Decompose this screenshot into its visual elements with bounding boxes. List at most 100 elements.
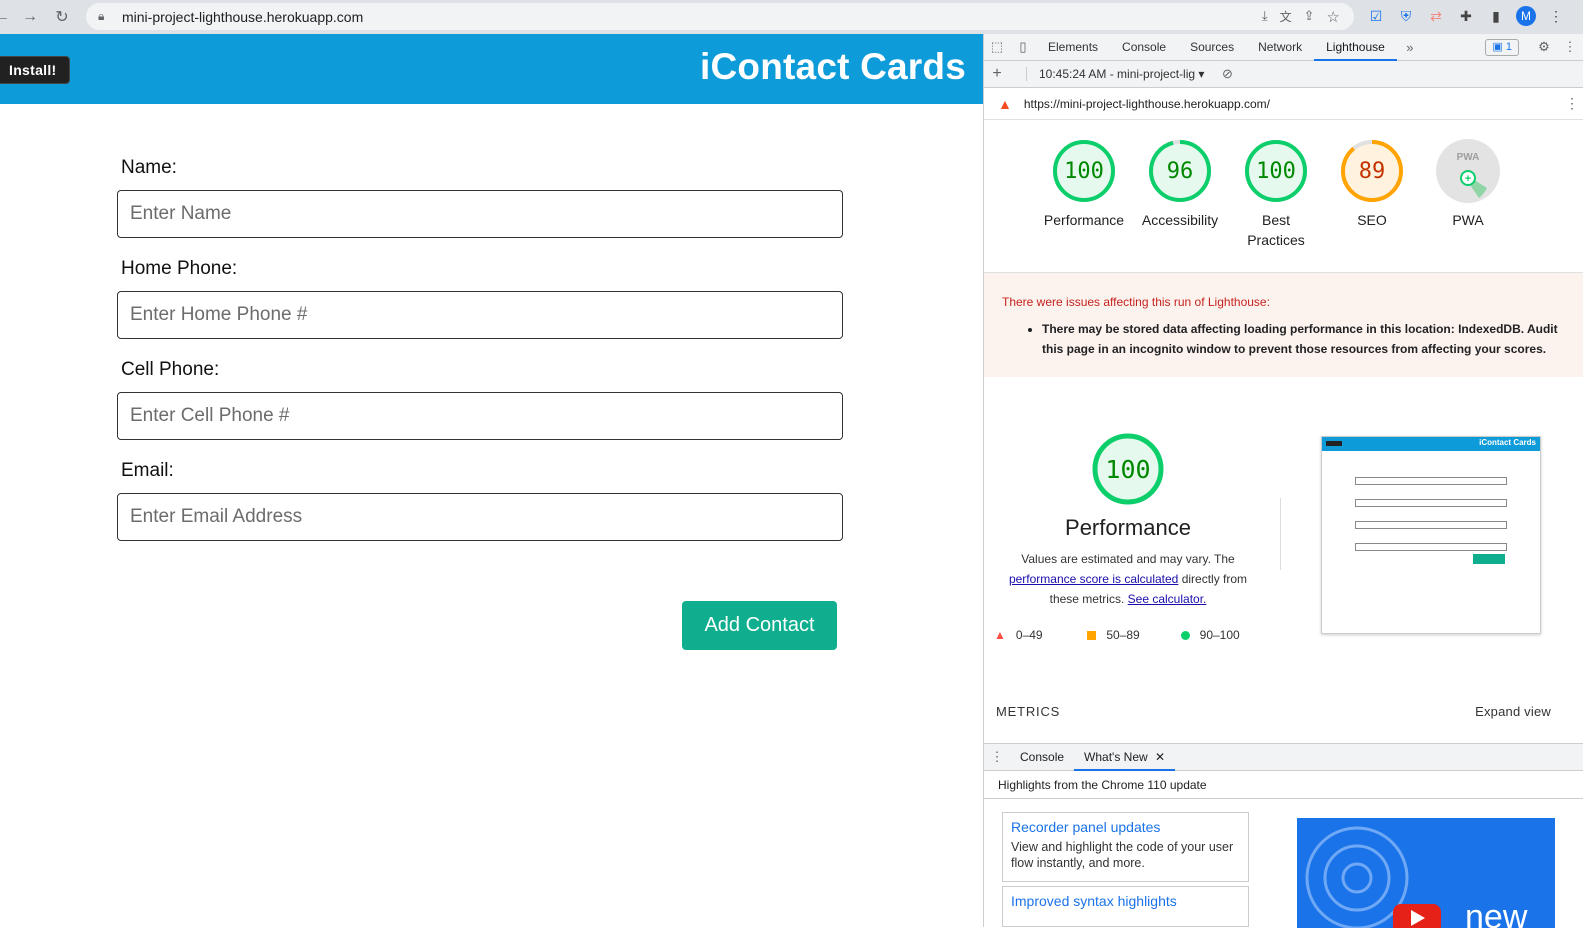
gauge-label: SEO	[1357, 212, 1387, 228]
home-phone-input[interactable]	[117, 291, 843, 339]
name-label: Name:	[121, 157, 177, 178]
contact-form: Name: Home Phone: Cell Phone: Email:	[117, 154, 843, 558]
install-button[interactable]: Install!	[0, 56, 70, 84]
perf-desc-text-1: Values are estimated and may vary. The	[1021, 552, 1235, 566]
extension-red-icon[interactable]: ⇄	[1426, 6, 1446, 26]
forward-icon[interactable]: →	[18, 5, 42, 29]
address-bar[interactable]: 🔒︎ mini-project-lighthouse.herokuapp.com…	[86, 3, 1354, 30]
gauge-label: Accessibility	[1141, 212, 1219, 228]
name-input[interactable]	[117, 190, 843, 238]
install-app-icon[interactable]: ⤓	[1262, 8, 1268, 26]
extensions-puzzle-icon[interactable]: ✚	[1456, 6, 1476, 26]
browser-menu-icon[interactable]: ⋮	[1546, 6, 1566, 26]
thumb-form	[1355, 473, 1507, 564]
gauge-accessibility[interactable]: 96 Accessibility	[1132, 138, 1228, 250]
share-icon[interactable]: ⇪	[1304, 8, 1315, 26]
report-selector-text: 10:45:24 AM - mini-project-lig	[1039, 67, 1196, 81]
card-title[interactable]: Recorder panel updates	[1011, 819, 1240, 835]
email-label: Email:	[121, 460, 174, 481]
clear-reports-icon[interactable]: ⊘	[1214, 61, 1240, 87]
gauge-value: 89	[1359, 159, 1386, 184]
lock-icon: 🔒︎	[98, 9, 105, 23]
report-selector[interactable]: 10:45:24 AM - mini-project-lig ▾	[1026, 67, 1204, 81]
card-title[interactable]: Improved syntax highlights	[1011, 893, 1240, 909]
whats-new-video[interactable]: new	[1297, 818, 1555, 928]
legend-pass-label: 90–100	[1199, 628, 1240, 642]
translate-icon[interactable]: 文	[1280, 8, 1292, 26]
email-input[interactable]	[117, 493, 843, 541]
device-toolbar-icon[interactable]: ▯	[1010, 34, 1036, 60]
legend-fail-label: 0–49	[1015, 628, 1043, 642]
cell-phone-input[interactable]	[117, 392, 843, 440]
devtools-menu-icon[interactable]: ⋮	[1557, 34, 1583, 60]
whats-new-card[interactable]: Improved syntax highlights	[1002, 886, 1249, 927]
gauge-ring: 100	[1245, 140, 1307, 202]
gauge-performance[interactable]: 100 Performance	[1036, 138, 1132, 250]
orange-square-icon	[1087, 630, 1097, 640]
performance-score: 100	[1105, 455, 1150, 484]
tab-lighthouse[interactable]: Lighthouse	[1314, 34, 1397, 61]
thumb-header: iContact Cards	[1322, 437, 1540, 451]
gauge-seo[interactable]: 89 SEO	[1324, 138, 1420, 250]
legend-pass: 90–100	[1180, 628, 1274, 642]
browser-toolbar: ← → ↻ 🔒︎ mini-project-lighthouse.herokua…	[0, 0, 1583, 34]
report-menu-icon[interactable]: ⋮	[1565, 95, 1579, 112]
report-url-bar: ▲ https://mini-project-lighthouse.heroku…	[984, 88, 1583, 120]
reload-icon[interactable]: ↻	[50, 5, 74, 29]
expand-view-toggle[interactable]: Expand view	[1475, 704, 1551, 719]
tab-console[interactable]: Console	[1110, 34, 1178, 61]
web-page: Install! iContact Cards Name: Home Phone…	[0, 34, 983, 927]
legend-average: 50–89	[1087, 628, 1180, 642]
extension-shield-icon[interactable]: ⛨	[1396, 6, 1416, 26]
tab-network[interactable]: Network	[1246, 34, 1314, 61]
profile-avatar[interactable]: M	[1516, 6, 1536, 26]
add-contact-button[interactable]: Add Contact	[682, 601, 837, 650]
more-tabs-icon[interactable]: »	[1397, 34, 1423, 60]
gauge-ring: 96	[1149, 140, 1211, 202]
gauge-value: 96	[1167, 159, 1194, 184]
tab-elements[interactable]: Elements	[1036, 34, 1110, 61]
drawer-tab-whats-new[interactable]: What's New ✕	[1074, 744, 1176, 771]
drawer-tab-console[interactable]: Console	[1010, 744, 1074, 771]
gauge-pwa[interactable]: PWA + PWA	[1420, 138, 1516, 250]
back-icon[interactable]: ←	[0, 5, 14, 29]
issues-counter[interactable]: ▣ 1	[1485, 38, 1519, 56]
whats-new-heading: Highlights from the Chrome 110 update	[984, 771, 1583, 799]
drawer-tabbar: ⋮ Console What's New ✕	[984, 743, 1583, 771]
green-circle-icon	[1180, 630, 1190, 640]
gauge-label: Performance	[1043, 212, 1125, 228]
metrics-label: METRICS	[996, 704, 1061, 719]
home-phone-label: Home Phone:	[121, 258, 238, 279]
score-gauges: 100 Performance 96 Accessibility 100 Bes…	[1036, 138, 1516, 250]
score-legend: ▲ 0–49 50–89 90–100	[994, 628, 1274, 642]
card-description: View and highlight the code of your user…	[1011, 840, 1234, 870]
score-calculated-link[interactable]: performance score is calculated	[1009, 572, 1178, 586]
gauge-best-practices[interactable]: 100 Best Practices	[1228, 138, 1324, 250]
report-url: https://mini-project-lighthouse.herokuap…	[1023, 96, 1270, 111]
drawer-menu-icon[interactable]: ⋮	[984, 744, 1010, 770]
lighthouse-toolbar: + 10:45:24 AM - mini-project-lig ▾ ⊘	[984, 61, 1583, 88]
side-panel-icon[interactable]: ▮	[1486, 6, 1506, 26]
app-header: Install! iContact Cards	[0, 34, 983, 104]
close-icon[interactable]: ✕	[1155, 750, 1165, 764]
final-screenshot-thumbnail[interactable]: iContact Cards	[1321, 436, 1541, 634]
gauge-ring: 100	[1053, 140, 1115, 202]
gauge-ring: 89	[1341, 140, 1403, 202]
metrics-header: METRICS Expand view	[996, 704, 1566, 719]
new-report-icon[interactable]: +	[984, 61, 1010, 87]
whats-new-card[interactable]: Recorder panel updates View and highligh…	[1002, 812, 1249, 882]
pwa-badge-text: PWA	[1457, 152, 1480, 163]
gauge-value: 100	[1064, 159, 1104, 184]
legend-fail: ▲ 0–49	[994, 628, 1087, 642]
inspect-element-icon[interactable]: ⬚	[984, 34, 1010, 60]
settings-gear-icon[interactable]: ⚙	[1531, 34, 1557, 60]
tab-sources[interactable]: Sources	[1178, 34, 1246, 61]
drawer-tab-whats-new-label: What's New	[1084, 749, 1148, 764]
svg-text:+: +	[1465, 173, 1471, 185]
see-calculator-link[interactable]: See calculator.	[1128, 592, 1207, 606]
warning-item: There may be stored data affecting loadi…	[1042, 319, 1566, 359]
bookmark-star-icon[interactable]: ☆	[1327, 8, 1340, 26]
performance-description: Values are estimated and may vary. The p…	[1002, 549, 1254, 609]
run-warnings: There were issues affecting this run of …	[984, 273, 1583, 377]
extension-check-icon[interactable]: ☑	[1366, 6, 1386, 26]
